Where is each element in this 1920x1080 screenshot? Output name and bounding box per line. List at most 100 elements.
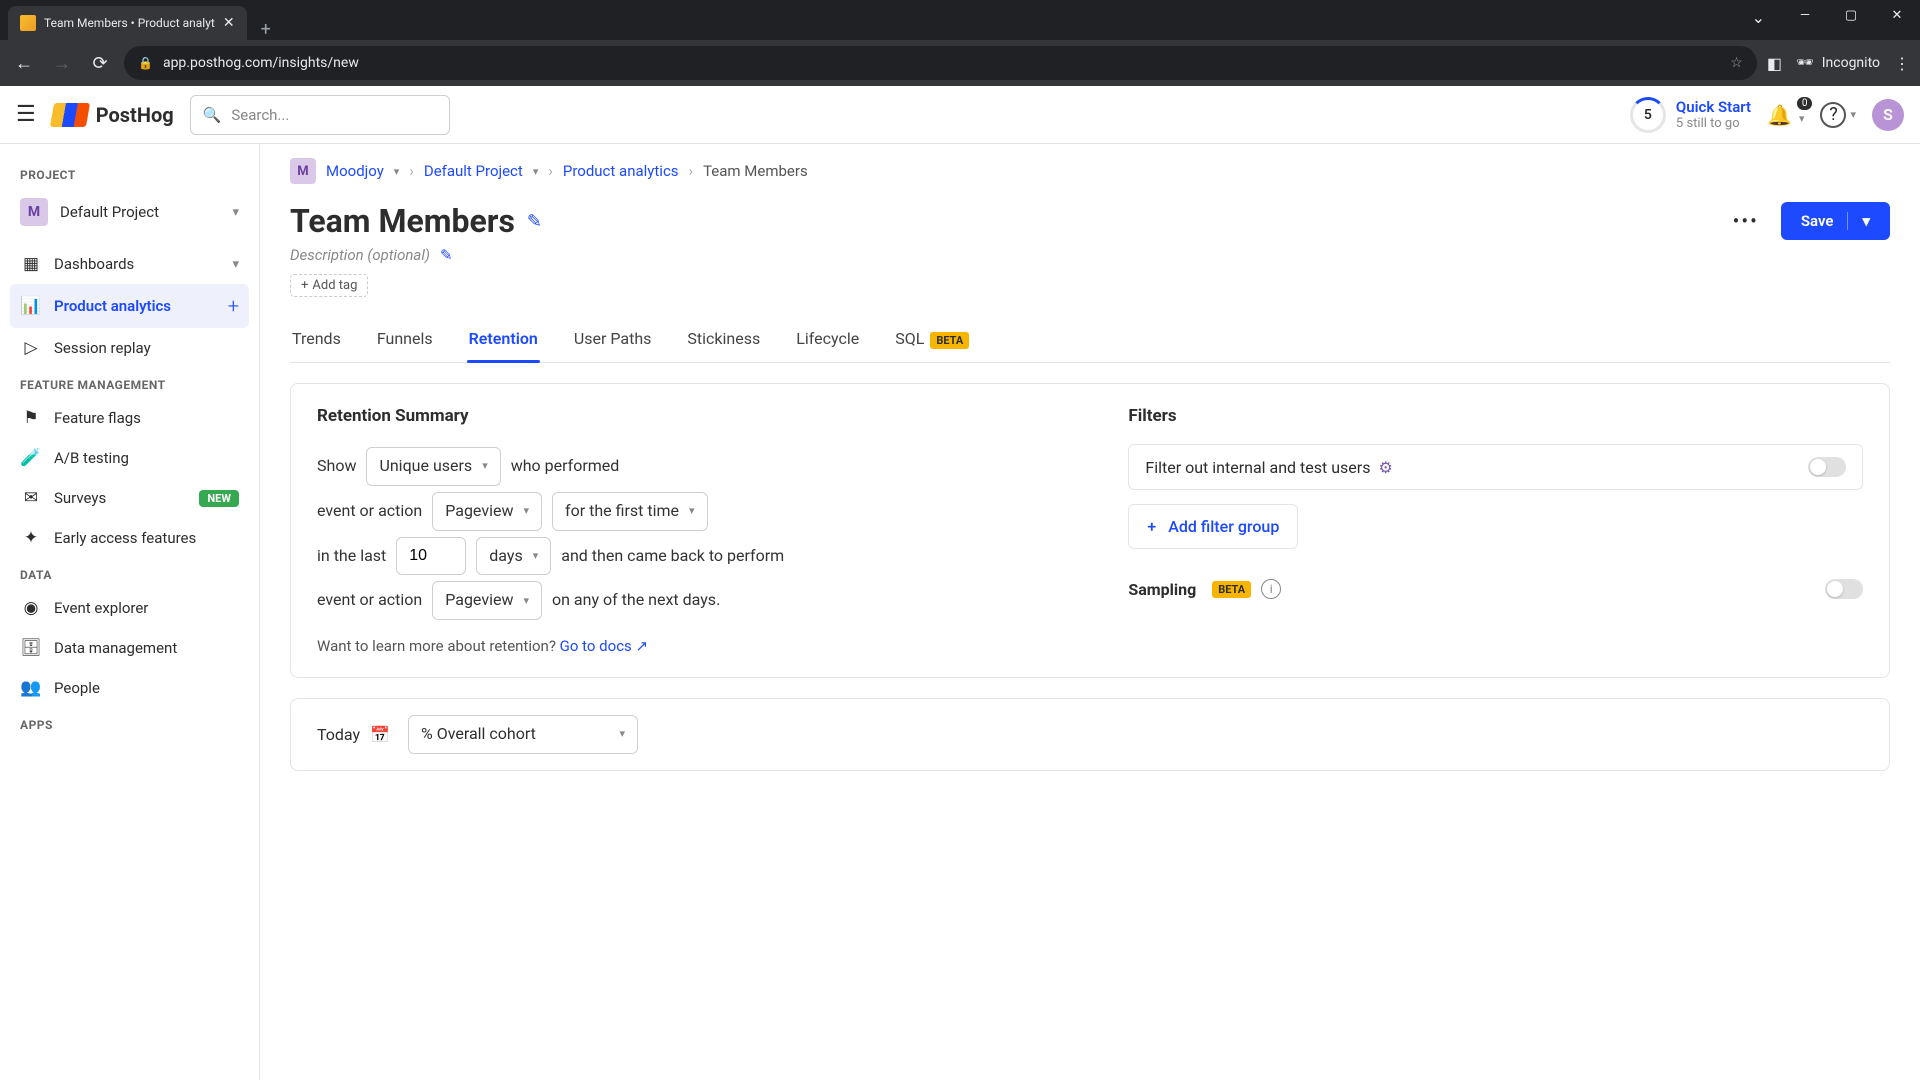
chevron-down-icon: ▾ bbox=[232, 257, 239, 272]
browser-tab[interactable]: Team Members • Product analyt ✕ bbox=[8, 6, 247, 40]
filters-heading: Filters bbox=[1128, 406, 1863, 426]
incognito-icon: 🕶 bbox=[1796, 55, 1814, 71]
chevron-down-icon: ▾ bbox=[232, 205, 239, 220]
sampling-label: Sampling bbox=[1128, 580, 1196, 599]
period-count-input[interactable] bbox=[396, 537, 466, 576]
breadcrumb: M Moodjoy ▾ › Default Project ▾ › Produc… bbox=[290, 158, 1890, 184]
page-title: Team Members bbox=[290, 202, 515, 240]
beta-badge: BETA bbox=[1212, 581, 1251, 598]
window-minimize[interactable]: — bbox=[1782, 0, 1828, 30]
more-options-button[interactable]: ••• bbox=[1723, 203, 1769, 239]
browser-menu-icon[interactable]: ⋮ bbox=[1894, 54, 1910, 73]
nav-reload-button[interactable]: ⟳ bbox=[86, 49, 114, 77]
plus-icon[interactable]: + bbox=[228, 294, 239, 318]
calendar-icon: 📅 bbox=[370, 725, 390, 744]
sidebar-project-selector[interactable]: M Default Project ▾ bbox=[10, 188, 249, 236]
chevron-down-icon: ▾ bbox=[619, 727, 625, 741]
tab-title: Team Members • Product analyt bbox=[44, 16, 215, 30]
logo[interactable]: PostHog bbox=[52, 103, 174, 127]
results-toolbar: Today 📅 % Overall cohort▾ bbox=[290, 698, 1890, 771]
tab-trends[interactable]: Trends bbox=[290, 321, 343, 362]
breadcrumb-current: Team Members bbox=[703, 162, 808, 180]
lock-icon: 🔒 bbox=[138, 56, 153, 70]
breadcrumb-section[interactable]: Product analytics bbox=[563, 162, 679, 180]
tab-funnels[interactable]: Funnels bbox=[375, 321, 435, 362]
tab-sql[interactable]: SQLBETA bbox=[893, 321, 971, 362]
notifications-button[interactable]: 🔔 0 ▾ bbox=[1767, 103, 1804, 127]
sidebar-item-feature-flags[interactable]: ⚑ Feature flags bbox=[10, 398, 249, 438]
chevron-down-icon: ▾ bbox=[523, 594, 529, 608]
incognito-indicator[interactable]: 🕶 Incognito bbox=[1796, 55, 1880, 71]
gear-icon[interactable]: ⚙ bbox=[1378, 458, 1392, 477]
unique-users-select[interactable]: Unique users▾ bbox=[366, 447, 500, 486]
url-bar[interactable]: 🔒 app.posthog.com/insights/new ☆ bbox=[124, 46, 1757, 80]
window-close[interactable]: ✕ bbox=[1874, 0, 1920, 30]
description-placeholder[interactable]: Description (optional) bbox=[290, 246, 430, 264]
chevron-down-icon: ▾ bbox=[523, 504, 529, 518]
chevron-down-icon: ▾ bbox=[689, 504, 695, 518]
quick-start-button[interactable]: 5 Quick Start 5 still to go bbox=[1630, 97, 1751, 133]
cohort-display-select[interactable]: % Overall cohort▾ bbox=[408, 715, 638, 754]
tab-close-icon[interactable]: ✕ bbox=[223, 15, 235, 31]
breadcrumb-project[interactable]: Default Project bbox=[424, 162, 523, 180]
org-badge[interactable]: M bbox=[290, 158, 316, 184]
sidebar-item-ab-testing[interactable]: 🧪 A/B testing bbox=[10, 438, 249, 478]
period-unit-select[interactable]: days▾ bbox=[476, 537, 551, 576]
sidebar-item-data-management[interactable]: 🗄 Data management bbox=[10, 628, 249, 668]
nav-back-button[interactable]: ← bbox=[10, 49, 38, 77]
add-filter-group-button[interactable]: + Add filter group bbox=[1128, 504, 1298, 549]
main-content: M Moodjoy ▾ › Default Project ▾ › Produc… bbox=[260, 144, 1920, 1080]
sidebar-item-session-replay[interactable]: ▷ Session replay bbox=[10, 328, 249, 368]
url-text: app.posthog.com/insights/new bbox=[163, 55, 359, 71]
first-time-select[interactable]: for the first time▾ bbox=[552, 492, 708, 531]
date-range-select[interactable]: Today 📅 bbox=[313, 717, 394, 752]
internal-users-toggle[interactable] bbox=[1808, 457, 1846, 477]
sidebar-item-people[interactable]: 👥 People bbox=[10, 668, 249, 708]
notification-badge: 0 bbox=[1797, 97, 1813, 110]
bell-icon: 🔔 bbox=[1767, 103, 1792, 127]
browser-chrome: — ▢ ✕ ⌄ Team Members • Product analyt ✕ … bbox=[0, 0, 1920, 86]
flag-icon: ⚑ bbox=[20, 408, 42, 428]
sidebar-item-surveys[interactable]: ✉ Surveys NEW bbox=[10, 478, 249, 518]
docs-link[interactable]: Go to docs ↗ bbox=[560, 637, 648, 655]
chevron-right-icon: › bbox=[689, 162, 694, 180]
sampling-toggle[interactable] bbox=[1825, 579, 1863, 599]
save-button[interactable]: Save ▾ bbox=[1781, 202, 1890, 240]
chevron-down-icon[interactable]: ▾ bbox=[1850, 108, 1856, 121]
retention-config-panel: Retention Summary Show Unique users▾ who… bbox=[290, 383, 1890, 678]
add-tag-button[interactable]: +Add tag bbox=[290, 274, 368, 297]
menu-toggle-icon[interactable]: ☰ bbox=[16, 102, 36, 127]
sidebar-section-label: DATA bbox=[10, 558, 249, 588]
tabs-dropdown-icon[interactable]: ⌄ bbox=[1752, 8, 1765, 27]
bookmark-icon[interactable]: ☆ bbox=[1730, 55, 1743, 71]
search-input[interactable]: 🔍 Search... bbox=[190, 95, 450, 135]
event-select-1[interactable]: Pageview▾ bbox=[432, 492, 542, 531]
sidebar-item-product-analytics[interactable]: 📊 Product analytics + bbox=[10, 284, 249, 328]
help-button[interactable]: ? bbox=[1820, 102, 1846, 128]
window-maximize[interactable]: ▢ bbox=[1828, 0, 1874, 30]
chevron-down-icon[interactable]: ▾ bbox=[533, 165, 539, 178]
insight-tabs: Trends Funnels Retention User Paths Stic… bbox=[290, 321, 1890, 363]
tab-stickiness[interactable]: Stickiness bbox=[685, 321, 762, 362]
edit-description-icon[interactable]: ✎ bbox=[440, 246, 453, 264]
sidebar-item-early-access[interactable]: ✦ Early access features bbox=[10, 518, 249, 558]
nav-forward-button[interactable]: → bbox=[48, 49, 76, 77]
extensions-icon[interactable]: ◧ bbox=[1767, 54, 1782, 73]
plus-icon: + bbox=[1147, 517, 1156, 536]
tab-retention[interactable]: Retention bbox=[467, 321, 540, 362]
info-icon[interactable]: i bbox=[1261, 579, 1281, 599]
event-select-2[interactable]: Pageview▾ bbox=[432, 581, 542, 620]
new-badge: NEW bbox=[199, 490, 239, 507]
tab-lifecycle[interactable]: Lifecycle bbox=[794, 321, 861, 362]
chevron-right-icon: › bbox=[548, 162, 553, 180]
new-tab-button[interactable]: + bbox=[247, 19, 285, 40]
user-avatar[interactable]: S bbox=[1872, 99, 1904, 131]
retention-heading: Retention Summary bbox=[317, 406, 1088, 426]
sidebar-item-dashboards[interactable]: ▦ Dashboards ▾ bbox=[10, 244, 249, 284]
sidebar-item-event-explorer[interactable]: ◉ Event explorer bbox=[10, 588, 249, 628]
chevron-down-icon[interactable]: ▾ bbox=[394, 165, 400, 178]
tab-user-paths[interactable]: User Paths bbox=[572, 321, 654, 362]
breadcrumb-org[interactable]: Moodjoy bbox=[326, 162, 384, 180]
edit-title-icon[interactable]: ✎ bbox=[527, 211, 542, 232]
app-header: ☰ PostHog 🔍 Search... 5 Quick Start 5 st… bbox=[0, 86, 1920, 144]
